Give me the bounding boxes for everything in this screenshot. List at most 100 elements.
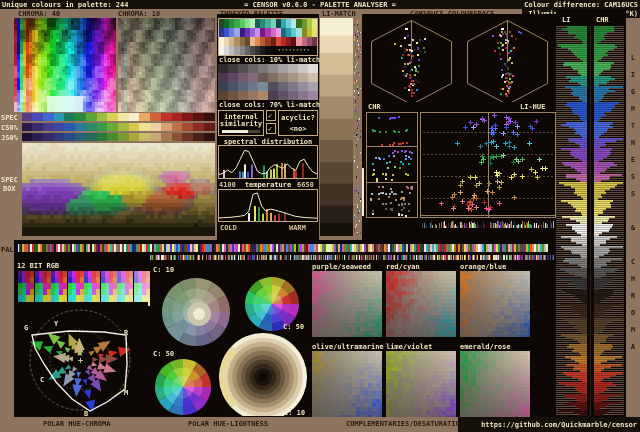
close-col-swatch [248, 82, 258, 91]
close-col-swatch [228, 64, 238, 73]
close-col-swatch [248, 64, 258, 73]
indexed-palette-box: ········· [218, 18, 318, 56]
polar-letter-y: Y [54, 320, 58, 328]
comp-tile-olive-ultramarine [312, 351, 382, 417]
circle-label-c10a: C: 10 [153, 266, 174, 274]
li-match-header: LI-MATCH [322, 10, 356, 18]
complementaries-caption: COMPLEMENTARIES/DESATURATION [346, 420, 464, 428]
app-title: = CENSOR v0.6.0 - PALETTE ANALYSER = [244, 1, 396, 9]
polar-letter-g: G [24, 324, 28, 332]
spec-box-label-2: BOX [3, 185, 16, 193]
polar-hue-lightness-caption: POLAR HUE-LIGHTNESS [188, 420, 268, 428]
palette-strip [18, 244, 548, 252]
close-cols-grid [218, 64, 318, 100]
close-col-swatch [258, 82, 268, 91]
similarity-progress-fill [222, 130, 248, 133]
close-col-swatch [218, 82, 228, 91]
palette-dots: ········· [271, 46, 317, 55]
similarity-checkbox[interactable]: ✓ [266, 110, 276, 121]
internal-similarity-box: internal similarity [218, 110, 264, 136]
acyclic-label: acyclic? [279, 114, 317, 122]
polar-letter-b: B [84, 410, 88, 418]
histogram-side-label: LIGHTNESS & CHROMA [629, 54, 637, 360]
chr-scatter-panel [366, 112, 418, 218]
close-col-swatch [298, 91, 308, 100]
spectral-chart [219, 146, 317, 178]
comp-tile-orange-blue [460, 271, 530, 337]
chr-axis-marker [362, 168, 364, 216]
close-col-swatch [238, 91, 248, 100]
polar-letter-m: M [124, 389, 128, 397]
close-col-swatch [248, 73, 258, 82]
circle-label-c50b: C: 50 [153, 350, 174, 358]
palette-strip-2 [150, 255, 554, 260]
cold-label: COLD [220, 224, 237, 232]
indexed-palette-grid: ········· [219, 19, 317, 55]
censor-app-window: Unique colours in palette: 244 = CENSOR … [0, 0, 640, 432]
close-cols-70-label: close cols: 70% li-match [219, 101, 320, 109]
close-col-swatch [258, 73, 268, 82]
js0-strip-label: JS0% [1, 134, 18, 142]
similarity-progress-track [222, 130, 260, 133]
comp-label-0: purple/seaweed [312, 263, 371, 271]
close-col-swatch [308, 64, 318, 73]
chroma40-map [14, 18, 116, 112]
chroma40-header: CHROMA: 40 [18, 10, 60, 18]
circle-label-c50a: C: 50 [283, 323, 304, 331]
spec-strip [22, 113, 215, 121]
close-col-swatch [298, 82, 308, 91]
close-col-swatch [258, 64, 268, 73]
chroma10-map [118, 18, 215, 112]
close-col-swatch [308, 82, 318, 91]
close-col-swatch [278, 82, 288, 91]
colourspace-cubes [364, 18, 554, 102]
close-col-swatch [278, 73, 288, 82]
close-col-swatch [278, 64, 288, 73]
close-col-swatch [218, 91, 228, 100]
acyclic-checkbox[interactable]: ✓ [266, 123, 276, 134]
lightness-chroma-histograms [556, 26, 626, 416]
palette-swatch [312, 37, 317, 46]
acyclic-box: acyclic? <no> [278, 110, 318, 136]
chroma10-header: CHROMA: 10 [118, 10, 160, 18]
acyclic-value: <no> [279, 125, 317, 133]
li-match-gradient [320, 18, 353, 236]
polar-letter-c: C [40, 376, 44, 384]
rgb12-tiles [18, 271, 150, 306]
comp-label-1: red/cyan [386, 263, 420, 271]
close-col-swatch [278, 91, 288, 100]
close-col-swatch [288, 73, 298, 82]
spec-box-label-1: SPEC [1, 176, 18, 184]
close-col-swatch [288, 82, 298, 91]
li-hue-scatter [420, 112, 556, 218]
close-col-swatch [228, 82, 238, 91]
close-col-swatch [288, 91, 298, 100]
comp-tile-purple-seaweed [312, 271, 382, 337]
colour-difference-label: Colour difference: CAM16UCS [524, 1, 638, 9]
rgb12-label: 12 BIT RGB [17, 262, 59, 270]
similarity-checkmark-icon: ✓ [268, 112, 272, 120]
close-col-swatch [268, 91, 278, 100]
github-url-link[interactable]: https://github.com/Quickmarble/censor [481, 421, 637, 429]
close-col-swatch [228, 91, 238, 100]
close-col-swatch [288, 64, 298, 73]
li-match-speckle-strip [354, 18, 362, 236]
comp-tile-lime-violet [386, 351, 456, 417]
pal-label: PAL [1, 246, 14, 254]
close-col-swatch [268, 64, 278, 73]
comp-label-2: orange/blue [460, 263, 506, 271]
chr-panel-label: CHR [368, 103, 381, 111]
close-col-swatch [248, 91, 258, 100]
close-col-swatch [228, 73, 238, 82]
spec-strip-label: SPEC [1, 114, 18, 122]
comp-label-4: lime/violet [386, 343, 432, 351]
temperature-chart [219, 190, 317, 221]
close-col-swatch [268, 73, 278, 82]
spectral-max: 6650 [297, 181, 314, 189]
comp-tile-red-cyan [386, 271, 456, 337]
js0-strip [22, 133, 215, 141]
close-col-swatch [308, 73, 318, 82]
circle-label-c10b: C: 10 [284, 409, 305, 417]
close-col-swatch [218, 73, 228, 82]
polar-letter-r: R [124, 329, 128, 337]
